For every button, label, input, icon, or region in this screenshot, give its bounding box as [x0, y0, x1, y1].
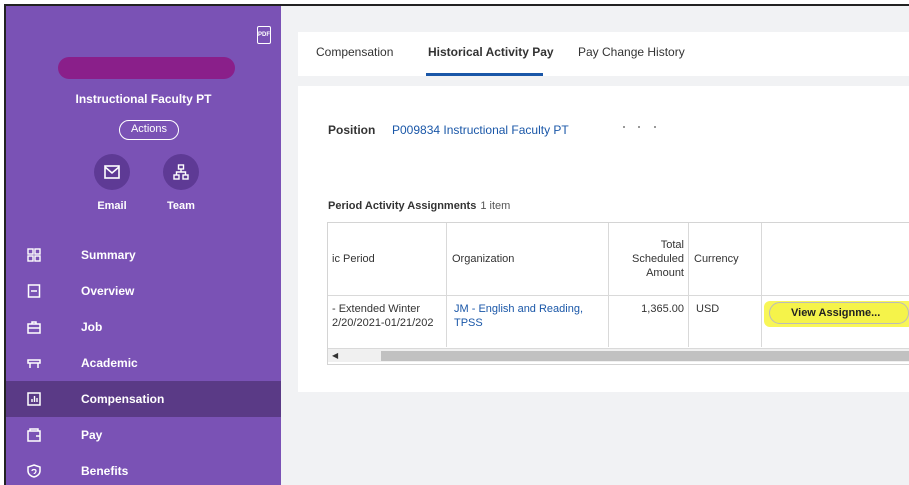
header-organization: Organization: [452, 253, 515, 265]
item-count: 1 item: [480, 200, 511, 212]
bar-chart-icon: [26, 391, 42, 407]
nav-label-summary: Summary: [81, 248, 136, 262]
assignments-table: ic Period Organization Total Scheduled A…: [327, 222, 909, 365]
nav-label-pay: Pay: [81, 428, 103, 442]
actions-button[interactable]: Actions: [119, 120, 179, 140]
scroll-left-arrow-icon[interactable]: ◀: [332, 351, 338, 360]
nav-item-benefits[interactable]: Benefits: [6, 453, 281, 485]
team-button[interactable]: [163, 154, 199, 190]
position-link[interactable]: P009834 Instructional Faculty PT: [392, 123, 569, 137]
tab-historical-activity-pay[interactable]: Historical Activity Pay: [428, 32, 554, 76]
artifact-dot: [638, 126, 640, 128]
redacted-worker-name: [58, 57, 235, 79]
active-tab-indicator: [426, 73, 543, 76]
email-button[interactable]: [94, 154, 130, 190]
tab-compensation[interactable]: Compensation: [316, 32, 393, 76]
nav-label-academic: Academic: [81, 356, 138, 370]
nav-item-job[interactable]: Job: [6, 309, 281, 345]
nav-item-academic[interactable]: Academic: [6, 345, 281, 381]
position-label: Position: [328, 123, 376, 137]
section-title: Period Activity Assignments 1 item: [328, 200, 510, 212]
nav-label-compensation: Compensation: [81, 392, 165, 406]
email-label: Email: [97, 200, 127, 212]
scrollbar-thumb[interactable]: [381, 351, 909, 361]
app-frame: PDF Instructional Faculty PT Actions Ema…: [4, 4, 909, 485]
nav-item-compensation[interactable]: Compensation: [6, 381, 281, 417]
horizontal-scrollbar[interactable]: ◀: [328, 348, 909, 362]
nav-item-overview[interactable]: Overview: [6, 273, 281, 309]
tab-pay-change-history[interactable]: Pay Change History: [578, 32, 685, 76]
cell-organization-link[interactable]: JM - English and Reading,: [454, 303, 583, 315]
nav-label-job: Job: [81, 320, 103, 334]
column-divider: [761, 223, 762, 347]
header-currency: Currency: [694, 253, 739, 265]
briefcase-icon: [26, 319, 42, 335]
cell-amount: 1,365.00: [641, 303, 684, 315]
shield-icon: [26, 463, 42, 479]
header-amount-line2: Scheduled: [632, 253, 684, 265]
wallet-icon: [26, 427, 42, 443]
nav-label-benefits: Benefits: [81, 464, 129, 478]
column-divider: [608, 223, 609, 347]
org-chart-icon: [173, 164, 189, 180]
header-period: ic Period: [332, 253, 375, 265]
column-divider: [688, 223, 689, 347]
column-divider: [446, 223, 447, 347]
view-assignment-button[interactable]: View Assignme...: [769, 302, 909, 324]
nav-label-overview: Overview: [81, 284, 135, 298]
team-label: Team: [167, 200, 195, 212]
grid-icon: [26, 247, 42, 263]
tab-bar: Compensation Historical Activity Pay Pay…: [298, 32, 909, 76]
nav-item-summary[interactable]: Summary: [6, 237, 281, 273]
cell-currency: USD: [696, 303, 720, 315]
pdf-export-icon[interactable]: PDF: [257, 26, 271, 44]
header-amount-line3: Amount: [646, 267, 684, 279]
cell-period-line2: 2/20/2021-01/21/202: [332, 317, 434, 329]
worker-sidebar: PDF Instructional Faculty PT Actions Ema…: [6, 6, 281, 485]
cell-period-line1: - Extended Winter: [332, 303, 421, 315]
worker-role-title: Instructional Faculty PT: [75, 92, 212, 106]
header-amount-line1: Total: [660, 239, 684, 251]
mortarboard-icon: [26, 355, 42, 371]
artifact-dot: [654, 126, 656, 128]
artifact-dot: [623, 126, 625, 128]
mail-icon: [104, 165, 120, 179]
historical-activity-card: Position P009834 Instructional Faculty P…: [298, 86, 909, 392]
row-divider: [328, 295, 909, 296]
section-title-text: Period Activity Assignments: [328, 200, 477, 212]
nav-item-pay[interactable]: Pay: [6, 417, 281, 453]
cell-organization-link-line2[interactable]: TPSS: [454, 317, 483, 329]
document-icon: [26, 283, 42, 299]
